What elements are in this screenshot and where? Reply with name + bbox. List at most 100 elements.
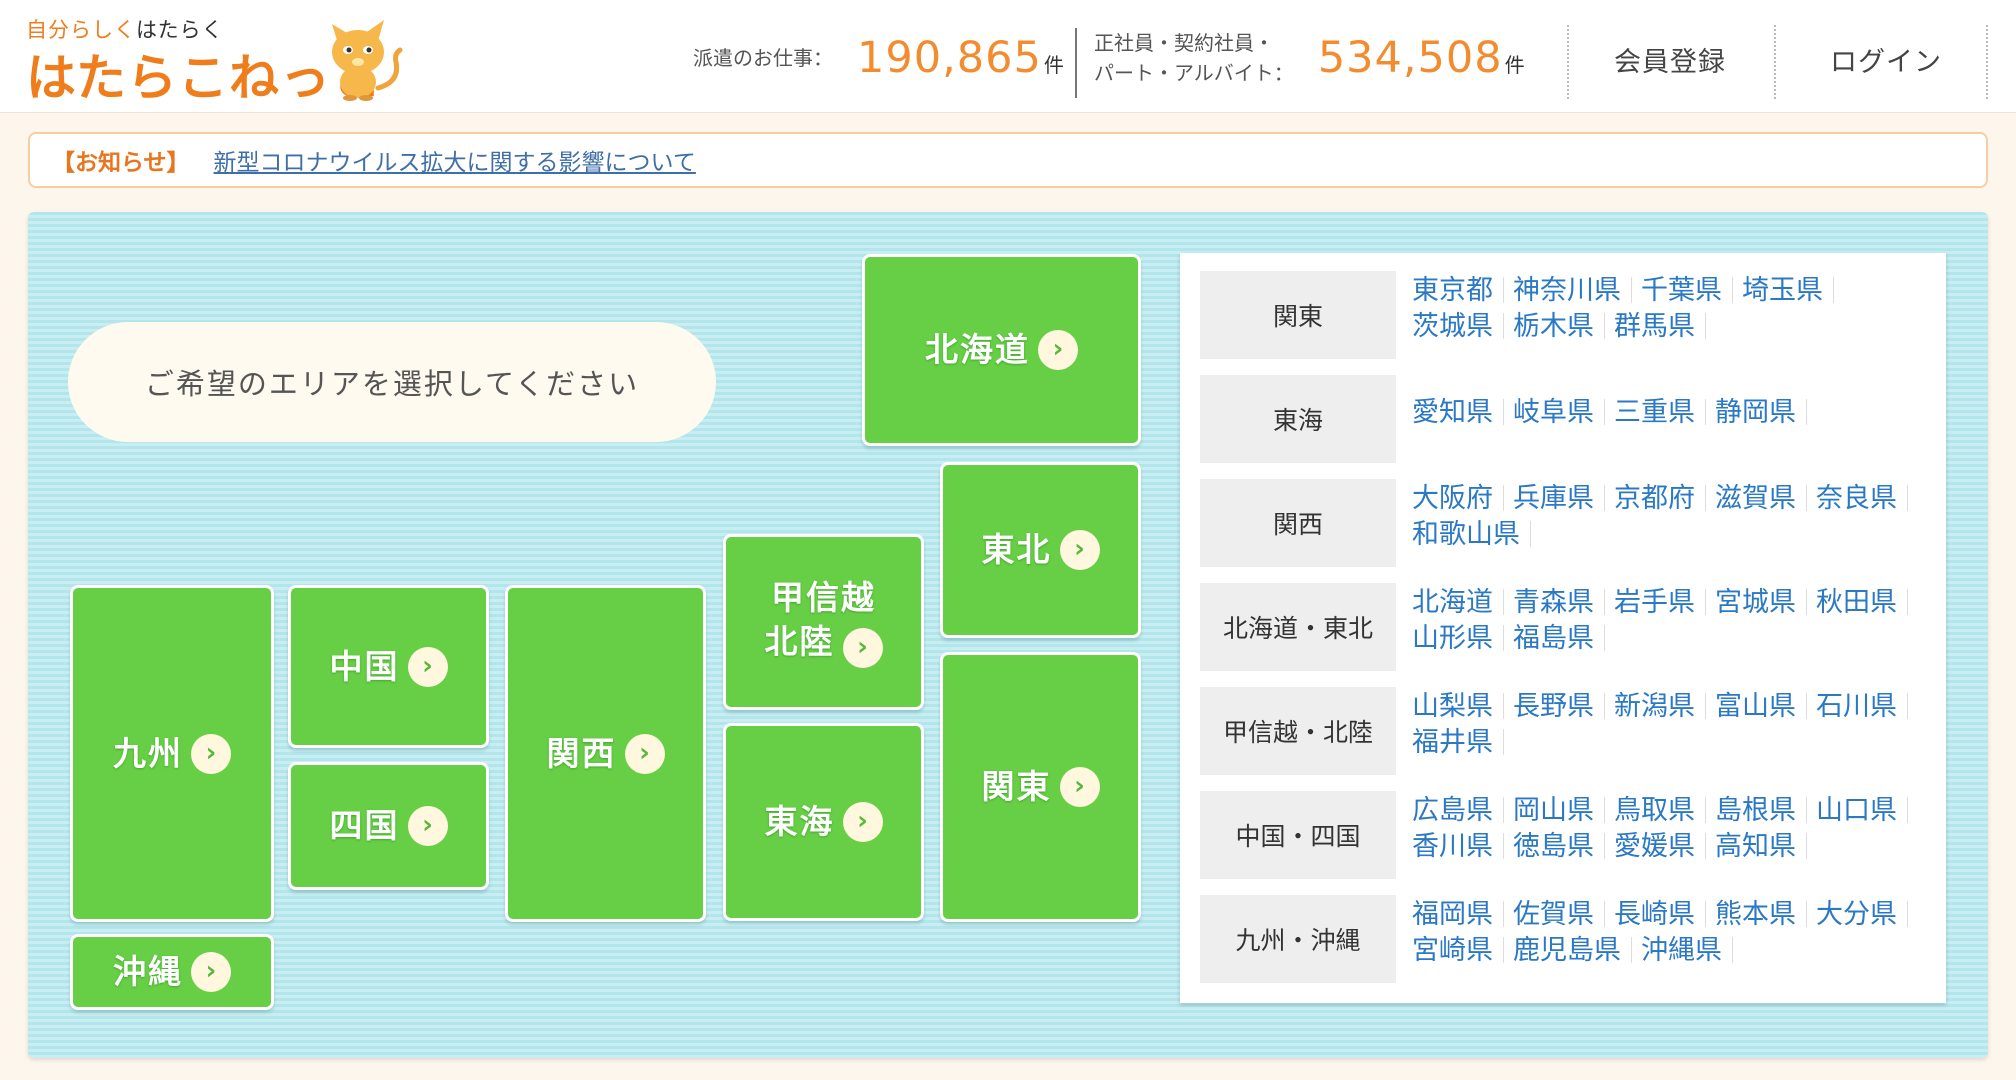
pref-link[interactable]: 茨城県 [1412, 311, 1513, 342]
dispatch-count-unit: 件 [1043, 52, 1064, 77]
pref-link[interactable]: 愛知県 [1412, 397, 1513, 428]
pref-link[interactable]: 福岡県 [1412, 899, 1513, 930]
area-row-hokkaido-tohoku: 北海道・東北 北海道 青森県 岩手県 宮城県 秋田県 山形県 福島県 [1200, 583, 1930, 671]
prefecture-list-panel: 関東 東京都 神奈川県 千葉県 埼玉県 茨城県 栃木県 群馬県 東海 愛知県 岐阜県 三重県静… [1180, 253, 1946, 1003]
pref-link[interactable]: 岩手県 [1614, 587, 1715, 618]
pref-link[interactable]: 島根県 [1715, 795, 1816, 826]
pref-link[interactable]: 山口県 [1816, 795, 1917, 826]
notice-link[interactable]: 新型コロナウイルス拡大に関する影響について [214, 143, 696, 177]
pref-link[interactable]: 大阪府 [1412, 483, 1513, 514]
area-select-prompt: ご希望のエリアを選択してください [68, 322, 716, 442]
pref-link[interactable]: 奈良県 [1816, 483, 1917, 514]
pref-link[interactable]: 山形県 [1412, 623, 1513, 654]
pref-link[interactable]: 岐阜県 [1513, 397, 1614, 428]
pref-link[interactable]: 大分県 [1816, 899, 1917, 930]
prefecture-links: 愛知県 岐阜県 三重県 静岡県 [1412, 395, 1942, 431]
chevron-right-icon: › [191, 733, 231, 774]
pref-link[interactable]: 熊本県 [1715, 899, 1816, 930]
pref-link[interactable]: 神奈川県 [1513, 275, 1641, 306]
pref-link[interactable]: 新潟県 [1614, 691, 1715, 722]
prefecture-links: 広島県 岡山県 鳥取県 島根県 山口県 香川県 徳島県 愛媛県 高知県 [1412, 793, 1942, 865]
register-button[interactable]: 会員登録 [1614, 40, 1726, 79]
fulltime-count-value: 534,508 [1317, 33, 1503, 83]
pref-link[interactable]: 富山県 [1715, 691, 1816, 722]
pref-link[interactable]: 埼玉県 [1742, 275, 1843, 306]
chevron-right-icon: › [407, 806, 448, 846]
pref-link[interactable]: 鳥取県 [1614, 795, 1715, 826]
fulltime-count-unit: 件 [1504, 52, 1525, 77]
chevron-right-icon: › [842, 628, 883, 669]
pref-link[interactable]: 香川県 [1412, 831, 1513, 862]
region-tokai-button[interactable]: 東海 › [723, 723, 924, 921]
pref-link[interactable]: 宮崎県 [1412, 935, 1513, 966]
area-row-heading: 関西 [1200, 479, 1396, 567]
prefecture-links: 山梨県 長野県 新潟県 富山県 石川県 福井県 [1412, 689, 1942, 761]
pref-link[interactable]: 静岡県 [1715, 397, 1816, 428]
cat-mascot-icon [332, 20, 403, 101]
region-shikoku-button[interactable]: 四国 › [288, 762, 489, 890]
region-kanto-button[interactable]: 関東 › [940, 652, 1141, 922]
region-kansai-button[interactable]: 関西 › [505, 585, 706, 922]
header-divider [1075, 28, 1077, 98]
chevron-right-icon: › [1059, 530, 1100, 570]
pref-link[interactable]: 秋田県 [1816, 587, 1917, 618]
area-row-kanto: 関東 東京都 神奈川県 千葉県 埼玉県 茨城県 栃木県 群馬県 [1200, 271, 1930, 359]
chevron-right-icon: › [191, 952, 231, 992]
pref-link[interactable]: 滋賀県 [1715, 483, 1816, 514]
pref-link[interactable]: 東京都 [1412, 275, 1513, 306]
prefecture-links: 東京都 神奈川県 千葉県 埼玉県 茨城県 栃木県 群馬県 [1412, 273, 1942, 345]
area-row-koshinetsu-hokuriku: 甲信越・北陸 山梨県 長野県 新潟県 富山県 石川県 福井県 [1200, 687, 1930, 775]
prefecture-links: 大阪府 兵庫県 京都府 滋賀県 奈良県 和歌山県 [1412, 481, 1942, 553]
pref-link[interactable]: 高知県 [1715, 831, 1816, 862]
region-kyushu-button[interactable]: 九州 › [70, 585, 274, 922]
area-row-heading: 北海道・東北 [1200, 583, 1396, 671]
site-logo[interactable]: 自分らしくはたらく はたらこねっと [26, 10, 403, 107]
region-tohoku-button[interactable]: 東北 › [940, 462, 1141, 638]
chevron-right-icon: › [842, 802, 883, 842]
nav-divider [1567, 25, 1569, 99]
region-okinawa-button[interactable]: 沖縄 › [70, 934, 274, 1010]
chevron-right-icon: › [1038, 330, 1078, 370]
pref-link[interactable]: 愛媛県 [1614, 831, 1715, 862]
pref-link[interactable]: 三重県 [1614, 397, 1715, 428]
pref-link[interactable]: 北海道 [1412, 587, 1513, 618]
pref-link[interactable]: 群馬県 [1614, 311, 1715, 342]
chevron-right-icon: › [624, 733, 665, 774]
pref-link[interactable]: 宮城県 [1715, 587, 1816, 618]
pref-link[interactable]: 徳島県 [1513, 831, 1614, 862]
prefecture-links: 北海道 青森県 岩手県 宮城県 秋田県 山形県 福島県 [1412, 585, 1942, 657]
login-button[interactable]: ログイン [1830, 40, 1942, 79]
chevron-right-icon: › [1059, 767, 1100, 807]
pref-link[interactable]: 福島県 [1513, 623, 1614, 654]
area-row-tokai: 東海 愛知県 岐阜県 三重県 静岡県 [1200, 375, 1930, 463]
pref-link[interactable]: 京都府 [1614, 483, 1715, 514]
nav-divider [1774, 25, 1776, 99]
pref-link[interactable]: 長野県 [1513, 691, 1614, 722]
pref-link[interactable]: 鹿児島県 [1513, 935, 1641, 966]
pref-link[interactable]: 和歌山県 [1412, 519, 1540, 550]
pref-link[interactable]: 山梨県 [1412, 691, 1513, 722]
pref-link[interactable]: 福井県 [1412, 727, 1513, 758]
pref-link[interactable]: 沖縄県 [1641, 935, 1742, 966]
area-row-heading: 九州・沖縄 [1200, 895, 1396, 983]
notice-bar: 【お知らせ】 新型コロナウイルス拡大に関する影響について [28, 132, 1988, 188]
pref-link[interactable]: 石川県 [1816, 691, 1917, 722]
pref-link[interactable]: 千葉県 [1641, 275, 1742, 306]
prefecture-links: 福岡県 佐賀県 長崎県 熊本県 大分県 宮崎県 鹿児島県 沖縄県 [1412, 897, 1942, 969]
region-chugoku-button[interactable]: 中国 › [288, 585, 489, 748]
chevron-right-icon: › [407, 646, 448, 687]
pref-link[interactable]: 青森県 [1513, 587, 1614, 618]
area-row-kansai: 関西 大阪府 兵庫県 京都府 滋賀県 奈良県 和歌山県 [1200, 479, 1930, 567]
dispatch-count-value: 190,865 [857, 33, 1042, 83]
pref-link[interactable]: 広島県 [1412, 795, 1513, 826]
pref-link[interactable]: 栃木県 [1513, 311, 1614, 342]
fulltime-count-label: 正社員・契約社員・ パート・アルバイト： [1094, 31, 1294, 85]
dispatch-job-count: 派遣のお仕事： 190,865 件 [693, 26, 1064, 90]
pref-link[interactable]: 長崎県 [1614, 899, 1715, 930]
pref-link[interactable]: 岡山県 [1513, 795, 1614, 826]
region-hokkaido-button[interactable]: 北海道 › [862, 254, 1141, 446]
pref-link[interactable]: 佐賀県 [1513, 899, 1614, 930]
region-koshinetsu-hokuriku-button[interactable]: 甲信越 北陸 › [723, 534, 924, 710]
fulltime-job-count: 正社員・契約社員・ パート・アルバイト： 534,508 件 [1094, 26, 1525, 90]
pref-link[interactable]: 兵庫県 [1513, 483, 1614, 514]
